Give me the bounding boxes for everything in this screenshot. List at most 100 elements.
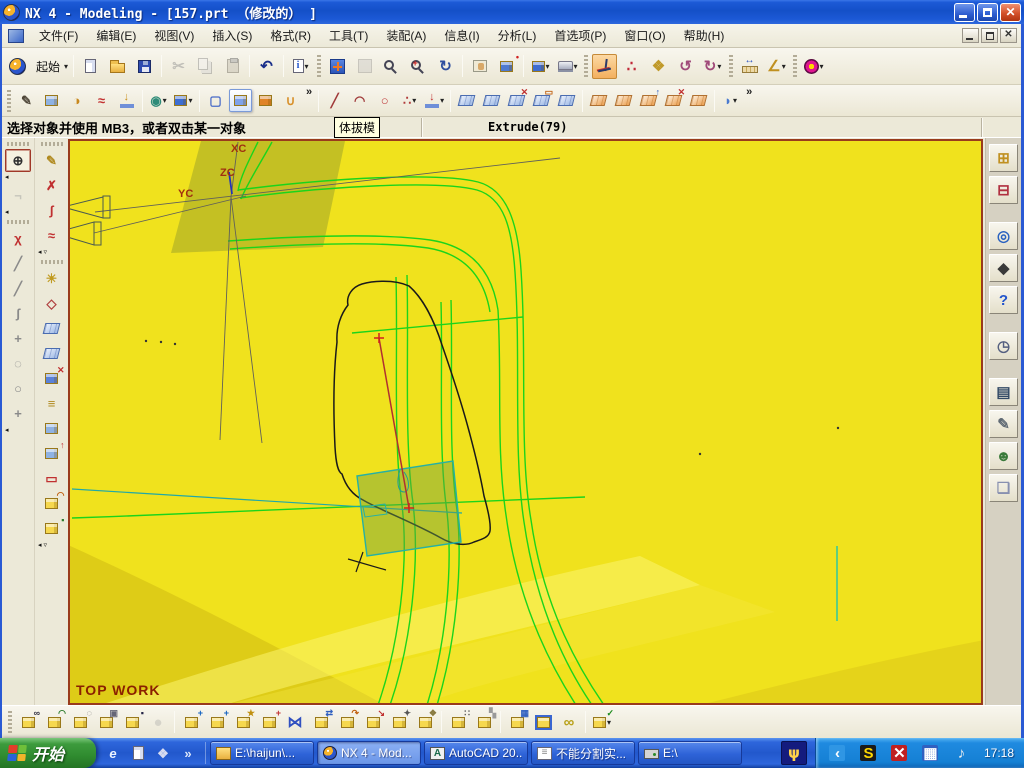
tray-display-button[interactable]: ▦ xyxy=(918,741,943,766)
freeform-feature-button[interactable]: ≈ xyxy=(90,89,113,112)
pattern-component-button[interactable]: + xyxy=(257,709,281,734)
tray-collapse-button[interactable]: ‹ xyxy=(825,741,850,766)
save-component-view-button[interactable]: ▪ xyxy=(120,709,144,734)
mirror-assembly-button[interactable]: ⋈ xyxy=(283,710,307,734)
save-file-button[interactable] xyxy=(132,54,157,79)
restore-button[interactable] xyxy=(977,2,998,22)
open-component-button[interactable]: ◠ xyxy=(42,709,66,734)
task-explorer[interactable]: E:\haijun\... xyxy=(210,741,314,765)
task-nx[interactable]: NX 4 - Mod... xyxy=(317,741,421,765)
trim-curve-button[interactable]: ✗ xyxy=(39,174,65,197)
create-new-component-button[interactable]: + xyxy=(205,709,229,734)
interpart-links-button[interactable]: ∞ xyxy=(557,710,581,734)
graphics-viewport[interactable]: XC ZC YC TOP WORK xyxy=(68,139,983,705)
curve-chamfer-button[interactable]: χ xyxy=(5,227,31,250)
menu-item-0[interactable]: 文件(F) xyxy=(30,24,87,47)
tray-volume-button[interactable]: ♪ xyxy=(949,741,974,766)
arrangements-button[interactable]: ❖ xyxy=(413,709,437,734)
task-notepad[interactable]: 不能分割实... xyxy=(531,741,635,765)
toolbar-grip[interactable] xyxy=(584,55,589,77)
rotate-left-button[interactable]: ↺ xyxy=(673,54,698,79)
bounded-plane-button[interactable]: ◇ xyxy=(39,292,65,315)
menu-item-4[interactable]: 格式(R) xyxy=(261,24,320,47)
flange-button[interactable] xyxy=(39,417,65,440)
collaboration-button[interactable]: ☻ xyxy=(989,442,1018,470)
toolbar-grip[interactable] xyxy=(7,89,11,112)
task-drive[interactable]: E:\ xyxy=(638,741,742,765)
solid-body-button[interactable]: ▾ xyxy=(172,89,195,112)
patch-sheet-button[interactable]: ✕ xyxy=(662,88,685,112)
arc-tool-button[interactable]: ◌ xyxy=(5,352,31,375)
select-components-button[interactable]: ◌ xyxy=(68,709,92,734)
extrude-button[interactable]: ▾ xyxy=(423,89,446,112)
perspective-view-button[interactable]: • xyxy=(494,52,519,79)
through-curve-mesh-button[interactable] xyxy=(480,89,503,112)
doc-close-button[interactable]: ✕ xyxy=(1000,28,1017,43)
help-button[interactable]: ? xyxy=(989,286,1018,314)
curve-mesh-tool-button[interactable] xyxy=(39,342,65,365)
menu-item-1[interactable]: 编辑(E) xyxy=(87,24,145,47)
user-roles-button[interactable]: ▾ xyxy=(801,54,826,79)
measure-angle-button[interactable]: ∠ ▾ xyxy=(764,54,789,79)
sheet-bend-button[interactable]: ∪ xyxy=(279,89,302,112)
web-browser-button[interactable]: ◎ xyxy=(989,222,1018,250)
wcs-dynamics-button[interactable] xyxy=(592,53,618,79)
open-file-button[interactable] xyxy=(105,54,130,79)
menu-item-10[interactable]: 窗口(O) xyxy=(615,24,674,47)
component-set-button[interactable]: ▣ xyxy=(94,709,118,734)
boolean-operations-button[interactable]: ◉ ▾ xyxy=(147,89,170,112)
measure-distance-button[interactable] xyxy=(737,54,762,79)
wave-geometry-linker-button[interactable]: ▦ xyxy=(505,709,529,734)
wave-link-button[interactable] xyxy=(531,710,555,734)
datum-plane-button[interactable] xyxy=(40,89,63,112)
input-method-button[interactable]: ψ xyxy=(780,741,807,765)
menu-item-11[interactable]: 帮助(H) xyxy=(675,24,734,47)
boss-button[interactable]: ◠ xyxy=(39,491,65,515)
section-view-button[interactable] xyxy=(254,89,277,112)
toolbar-grip[interactable] xyxy=(7,220,29,224)
point-tool-button[interactable]: ∴ ▾ xyxy=(398,89,421,112)
tube-feature-button[interactable]: ↑ xyxy=(39,441,65,465)
point-on-curve-button[interactable]: + xyxy=(5,327,31,350)
section-surface-button[interactable] xyxy=(555,89,578,112)
menu-item-7[interactable]: 信息(I) xyxy=(435,24,488,47)
tray-input-tool-button[interactable]: S xyxy=(856,741,881,766)
trimmed-sheet-button[interactable]: ✕ xyxy=(39,366,65,390)
zoom-lasso-button[interactable] xyxy=(379,54,404,79)
move-component-button[interactable]: ⇄ xyxy=(309,709,333,734)
new-file-button[interactable] xyxy=(78,54,103,79)
more-shape-tools-button[interactable]: ◗ ▾ xyxy=(719,89,742,112)
customize-tools-button[interactable]: ✎ xyxy=(989,410,1018,438)
circle-tool-button[interactable]: ○ xyxy=(5,377,31,400)
sketch-button[interactable]: ✎ xyxy=(15,89,38,112)
toolbar-overflow[interactable]: » xyxy=(746,85,752,98)
assembly-constraints-button[interactable]: ✦ xyxy=(387,709,411,734)
through-curves-tool-button[interactable] xyxy=(39,317,65,340)
assembly-navigator-button[interactable]: ⊞ xyxy=(989,144,1018,172)
replace-component-button[interactable]: ↷ xyxy=(335,709,359,734)
flyout-arrow[interactable]: ◂ xyxy=(2,427,34,435)
associative-line-button[interactable]: ╱ xyxy=(5,277,31,300)
toolbar-overflow[interactable]: » xyxy=(306,85,312,98)
sew-sheet-button[interactable]: ↑ xyxy=(637,88,660,112)
doc-restore-button[interactable] xyxy=(981,28,998,43)
line-button[interactable]: ╱ xyxy=(323,89,346,112)
point-constructor-button[interactable]: ⊕ xyxy=(5,149,31,172)
pan-view-button[interactable] xyxy=(467,54,492,79)
point-set-button[interactable]: ∴ xyxy=(619,54,644,79)
toolbar-grip[interactable] xyxy=(729,55,734,77)
shaded-display-button[interactable] xyxy=(229,89,252,112)
component-group-button[interactable]: ∷ xyxy=(446,709,470,734)
promote-body-button[interactable]: ▚ xyxy=(472,709,496,734)
table-feature-button[interactable] xyxy=(115,89,138,112)
part-navigator-button[interactable]: ⊟ xyxy=(989,176,1018,204)
pad-button[interactable]: ▪ xyxy=(39,516,65,540)
arc-button[interactable]: ◠ xyxy=(348,89,371,112)
menu-item-9[interactable]: 首选项(P) xyxy=(545,24,615,47)
toolbar-grip[interactable] xyxy=(793,55,798,77)
start-roles-button[interactable]: 起始 ▾ xyxy=(32,54,69,79)
flyout-arrow[interactable]: ◂ xyxy=(2,209,34,217)
start-button[interactable]: 开始 xyxy=(0,738,96,768)
task-autocad[interactable]: AutoCAD 20... xyxy=(424,741,528,765)
studio-surface-tool-button[interactable]: ☀ xyxy=(39,267,65,290)
